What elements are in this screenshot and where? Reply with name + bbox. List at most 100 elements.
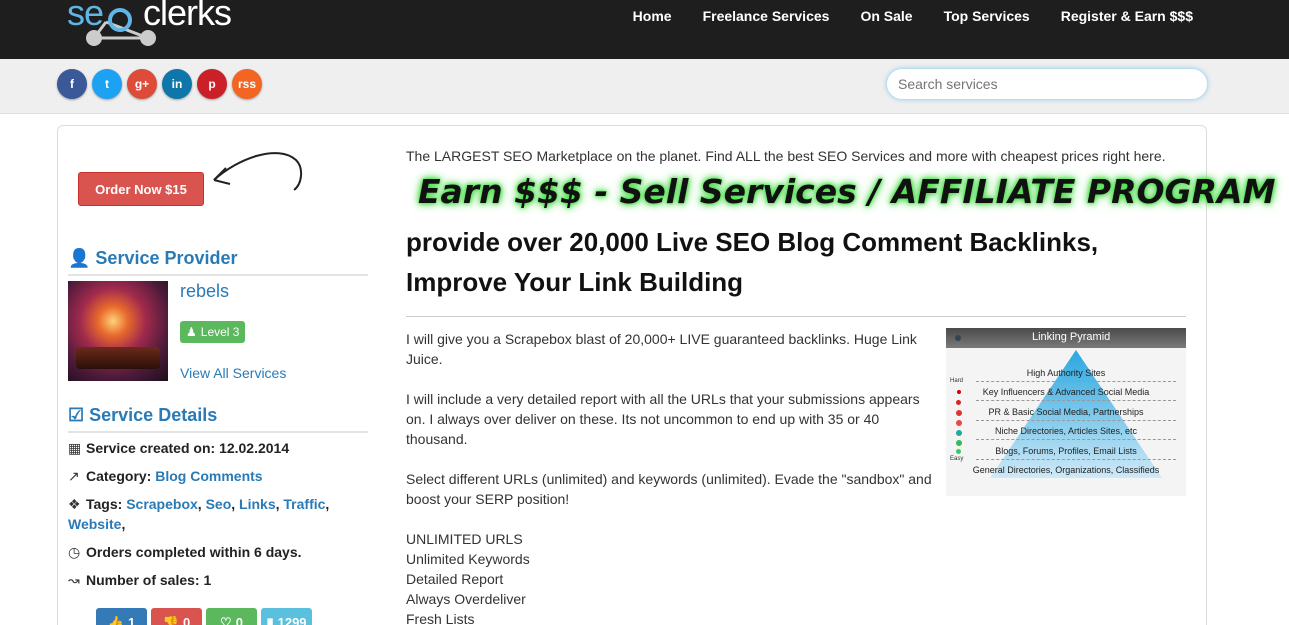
search-input[interactable] [886,68,1208,100]
service-provider-heading: 👤 Service Provider [68,248,368,276]
pyramid-level: Key Influencers & Advanced Social Media [982,387,1150,397]
pyramid-hard-label: Hard [950,378,964,384]
category-label: Category: [86,468,152,484]
service-details-heading-text: Service Details [89,405,218,425]
top-navbar: se clerks Home Freelance Services On Sal… [0,0,1289,59]
feature-item: Fresh Lists [406,611,475,625]
thumbs-down-button[interactable]: 👎 0 [151,608,202,625]
tag-link[interactable]: Links [239,496,276,512]
number-of-sales-row: ↝ Number of sales: 1 [68,570,368,590]
pyramid-dashed-line [976,400,1176,401]
pyramid-dashed-line [976,381,1176,382]
google-plus-icon[interactable]: g+ [127,69,157,99]
external-link-icon: ↗ [68,468,80,484]
service-title: provide over 20,000 Live SEO Blog Commen… [406,227,1099,297]
difficulty-dot [956,420,962,426]
feature-list: UNLIMITED URLS Unlimited Keywords Detail… [406,529,936,625]
site-logo[interactable]: se clerks [66,0,246,50]
nav-on-sale[interactable]: On Sale [860,8,912,24]
difficulty-dot [956,440,962,446]
hand-drawn-arrow-icon [213,152,302,191]
tag-link[interactable]: Website [68,516,121,532]
description-paragraph: I will include a very detailed report wi… [406,391,920,447]
feature-item: Always Overdeliver [406,591,526,607]
created-label: Service created on: [86,440,216,456]
logo-text-se: se [67,0,104,33]
user-icon: ♟ [186,325,197,339]
tags-label: Tags: [86,496,123,512]
views-button: ▮ 1299 [261,608,312,625]
bar-chart-icon: ▮ [266,615,274,625]
tag-link[interactable]: Scrapebox [126,496,198,512]
main-nav: Home Freelance Services On Sale Top Serv… [602,8,1193,24]
line-chart-icon: ↝ [68,572,80,588]
provider-avatar[interactable] [68,281,168,381]
linking-pyramid-image[interactable]: Linking Pyramid High Authority Sites Key… [946,328,1186,496]
social-bar: f t g+ in p rss [0,59,1289,114]
service-description: I will give you a Scrapebox blast of 20,… [406,329,936,625]
heart-icon: ♡ [220,615,232,625]
title-divider [406,316,1186,317]
difficulty-dot [956,410,962,416]
created-value: 12.02.2014 [219,440,290,456]
description-paragraph: Select different URLs (unlimited) and ke… [406,471,932,507]
service-details-heading: ☑ Service Details [68,405,368,433]
twitter-icon[interactable]: t [92,69,122,99]
thumbs-down-icon: 👎 [162,615,179,625]
thumbs-up-button[interactable]: 👍 1 [96,608,147,625]
nav-home[interactable]: Home [633,8,672,24]
feature-item: Unlimited Keywords [406,551,530,567]
logo-text-clerks: clerks [143,0,232,33]
clock-icon: ◷ [68,544,81,560]
vote-buttons: 👍 1 👎 0 ♡ 0 ▮ 1299 [96,608,312,625]
nav-register-earn[interactable]: Register & Earn $$$ [1061,8,1193,24]
calendar-icon: ▦ [68,440,82,456]
thumbs-up-count: 1 [127,615,136,625]
level-badge: ♟ Level 3 [180,321,246,343]
pyramid-dashed-line [976,439,1176,440]
level-badge-text: Level 3 [200,325,240,339]
pyramid-level: High Authority Sites [1026,368,1106,378]
feature-item: UNLIMITED URLS [406,531,523,547]
thumbs-down-count: 0 [182,615,191,625]
difficulty-dot [957,390,961,394]
views-count: 1299 [277,615,307,625]
tags-icon: ❖ [68,496,81,512]
social-icons: f t g+ in p rss [57,69,262,99]
pyramid-level: Niche Directories, Articles Sites, etc [994,426,1138,436]
rss-icon[interactable]: rss [232,69,262,99]
checkbox-icon: ☑ [68,405,85,425]
pyramid-level: General Directories, Organizations, Clas… [972,465,1160,475]
favorite-button[interactable]: ♡ 0 [206,608,257,625]
view-all-services-link[interactable]: View All Services [180,365,286,381]
provider-name-link[interactable]: rebels [180,281,229,302]
facebook-icon[interactable]: f [57,69,87,99]
difficulty-dot [956,430,962,436]
pinterest-icon[interactable]: p [197,69,227,99]
category-row: ↗ Category: Blog Comments [68,466,368,486]
pyramid-level: Blogs, Forums, Profiles, Email Lists [995,446,1137,456]
feature-item: Detailed Report [406,571,504,587]
nav-freelance-services[interactable]: Freelance Services [703,8,830,24]
orders-completed-text: Orders completed within 6 days. [86,544,302,560]
service-created-row: ▦ Service created on: 12.02.2014 [68,438,368,458]
orders-completed-row: ◷ Orders completed within 6 days. [68,542,368,562]
user-icon: 👤 [68,248,91,268]
difficulty-dot [956,400,961,405]
category-link[interactable]: Blog Comments [155,468,262,484]
pyramid-easy-label: Easy [950,456,964,462]
earn-affiliate-banner[interactable]: Earn $$$ - Sell Services / AFFILIATE PRO… [418,172,1275,211]
sales-label: Number of sales: [86,572,200,588]
thumbs-up-icon: 👍 [107,615,124,625]
tag-link[interactable]: Traffic [283,496,325,512]
favorites-count: 0 [235,615,243,625]
service-provider-heading-text: Service Provider [95,248,238,268]
tag-link[interactable]: Seo [206,496,232,512]
sales-value: 1 [203,572,212,588]
linkedin-icon[interactable]: in [162,69,192,99]
pyramid-dashed-line [976,420,1176,421]
pyramid-dashed-line [976,459,1176,460]
site-tagline: The LARGEST SEO Marketplace on the plane… [406,148,1166,164]
order-now-button[interactable]: Order Now $15 [78,172,204,206]
nav-top-services[interactable]: Top Services [944,8,1030,24]
